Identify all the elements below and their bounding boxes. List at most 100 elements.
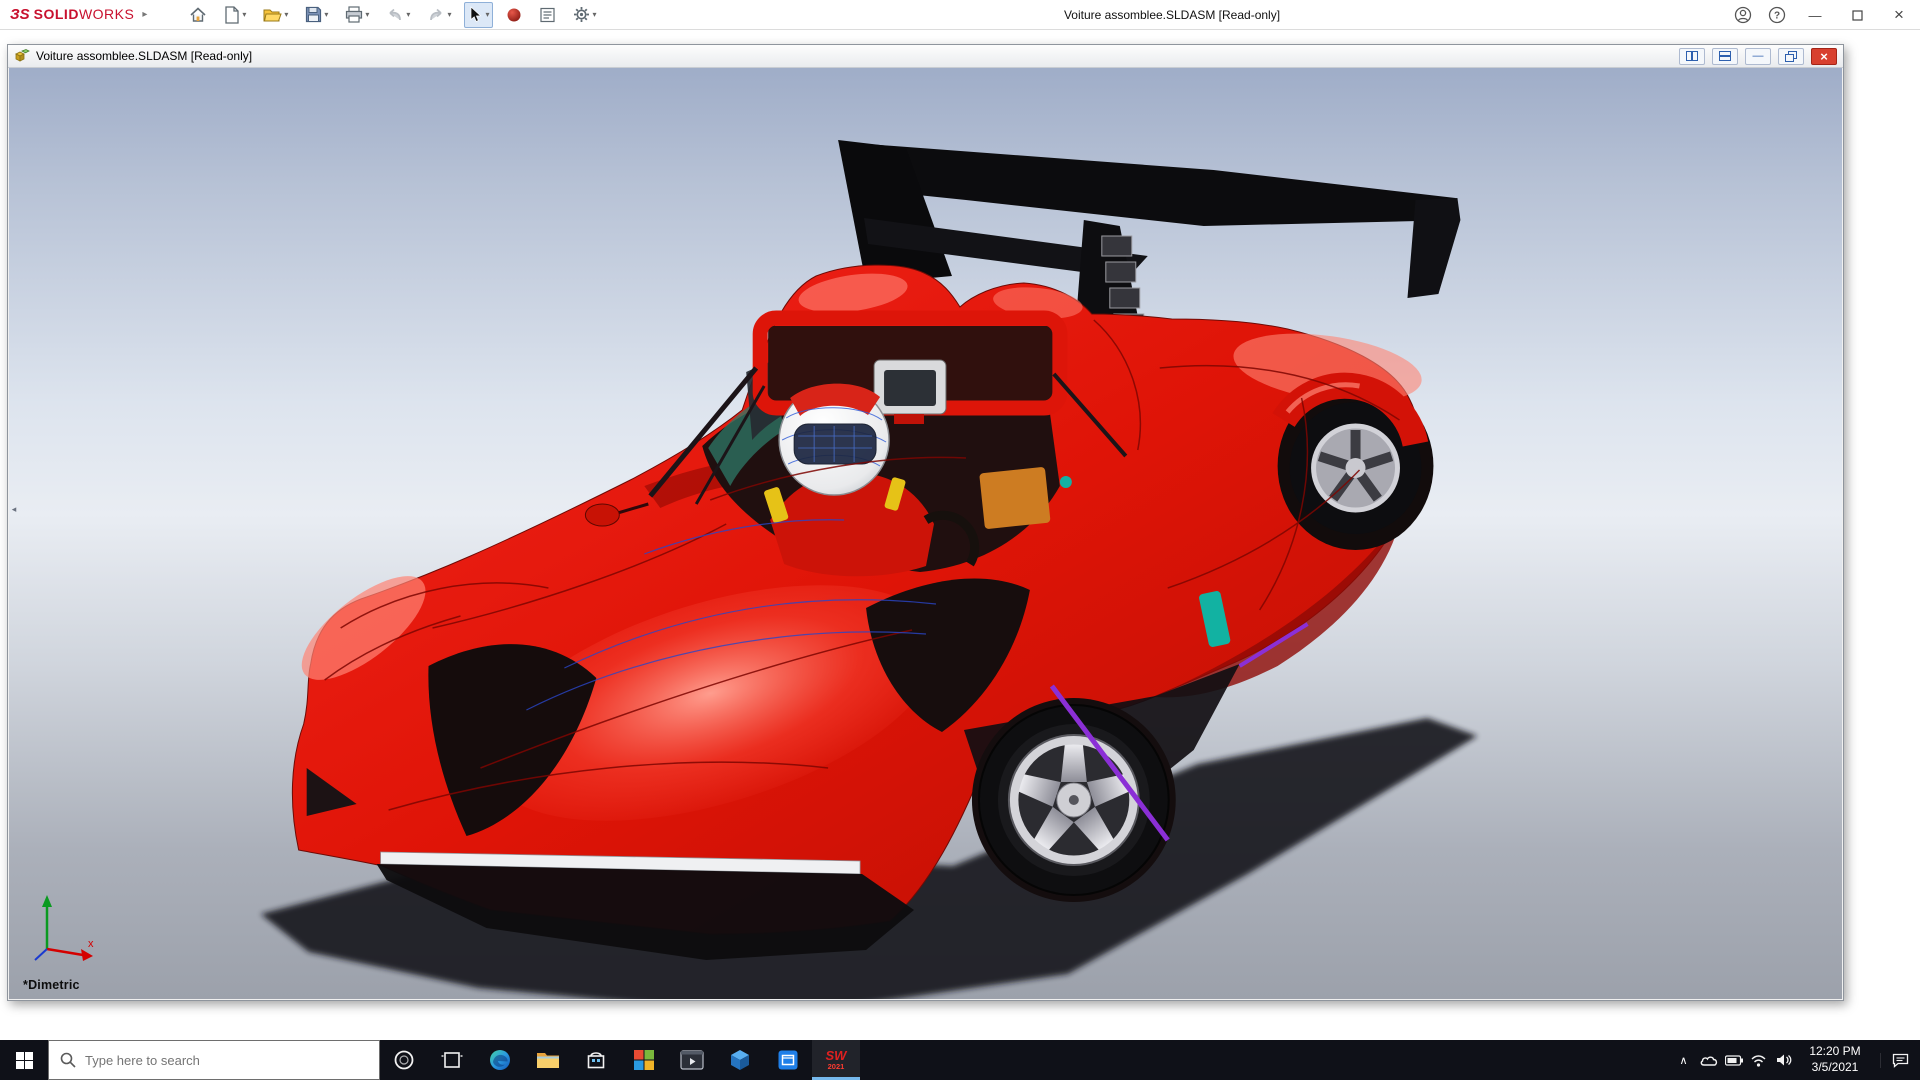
solidworks-taskbar-button[interactable]: SW 2021 <box>812 1040 860 1080</box>
start-button[interactable] <box>0 1040 48 1080</box>
volume-tray-button[interactable] <box>1771 1040 1796 1080</box>
system-tray: ∧ 1 <box>1671 1040 1920 1080</box>
photos-icon <box>633 1049 655 1071</box>
menu-flyout-icon[interactable]: ▸ <box>140 9 157 20</box>
onedrive-cloud-icon <box>1700 1054 1718 1066</box>
solidworks-logo[interactable]: ЗS SOLID WORKS <box>0 6 140 23</box>
taskbar: SW 2021 ∧ <box>0 1040 1920 1080</box>
edge-icon <box>488 1048 512 1072</box>
doc-close-button[interactable]: × <box>1811 48 1837 65</box>
open-folder-icon <box>263 7 282 23</box>
undo-button[interactable]: ▾ <box>382 2 414 28</box>
select-tool-button[interactable]: ▾ <box>464 2 493 28</box>
window-controls: ? — × <box>1726 0 1920 30</box>
doc-restore-button[interactable] <box>1778 48 1804 65</box>
clock-time: 12:20 PM <box>1796 1044 1874 1060</box>
3dexperience-button[interactable] <box>502 2 526 28</box>
open-button[interactable]: ▾ <box>259 2 292 28</box>
redo-button[interactable]: ▾ <box>423 2 455 28</box>
new-document-icon <box>224 6 240 24</box>
user-account-icon <box>1734 6 1752 24</box>
select-cursor-icon <box>468 6 483 23</box>
wifi-icon <box>1750 1054 1767 1067</box>
graphics-viewport[interactable]: ◂ x *Dimetric <box>9 68 1842 999</box>
photos-button[interactable] <box>620 1040 668 1080</box>
race-car-model <box>9 68 1842 999</box>
media-player-button[interactable] <box>668 1040 716 1080</box>
battery-tray-button[interactable] <box>1721 1040 1746 1080</box>
taskbar-search[interactable] <box>48 1040 380 1080</box>
task-view-button[interactable] <box>428 1040 476 1080</box>
battery-icon <box>1725 1055 1743 1066</box>
volume-icon <box>1776 1053 1792 1067</box>
home-icon <box>189 6 207 24</box>
gear-icon <box>573 6 590 23</box>
feature-panel-collapse-arrow[interactable]: ◂ <box>9 496 19 522</box>
document-title-bar[interactable]: Voiture assomblee.SLDASM [Read-only] — <box>8 45 1843 68</box>
ds-logo-mark: ЗS <box>10 6 30 23</box>
document-window-controls: — × <box>1679 48 1837 65</box>
windows-logo-icon <box>16 1052 33 1069</box>
tile-vertical-button[interactable] <box>1679 48 1705 65</box>
movies-app-button[interactable] <box>764 1040 812 1080</box>
save-button[interactable]: ▾ <box>301 2 332 28</box>
solidworks-taskbar-icon: SW 2021 <box>826 1049 847 1071</box>
store-icon <box>585 1049 607 1071</box>
account-button[interactable] <box>1726 0 1760 30</box>
svg-text:?: ? <box>1774 11 1780 22</box>
rear-left-wheel <box>972 698 1176 902</box>
maximize-button[interactable] <box>1836 0 1878 30</box>
file-explorer-button[interactable] <box>524 1040 572 1080</box>
rear-right-wheel <box>1278 382 1434 550</box>
print-icon <box>345 6 363 23</box>
save-icon <box>305 6 322 23</box>
minimize-button[interactable]: — <box>1794 0 1836 30</box>
help-icon: ? <box>1768 6 1786 24</box>
cockpit-orange-panel <box>979 467 1050 530</box>
action-center-button[interactable] <box>1880 1053 1920 1068</box>
view-orientation-label: *Dimetric <box>23 978 80 992</box>
quick-access-toolbar: ▾ ▾ ▾ ▾ <box>185 2 600 28</box>
undo-icon <box>386 7 404 23</box>
movies-app-icon <box>777 1049 799 1071</box>
search-icon <box>60 1052 76 1068</box>
app-window-title: Voiture assomblee.SLDASM [Read-only] <box>1064 0 1280 30</box>
options-button[interactable]: ▾ <box>569 2 600 28</box>
home-button[interactable] <box>185 2 211 28</box>
clock-date: 3/5/2021 <box>1796 1060 1874 1076</box>
triad-x-label: x <box>88 938 94 950</box>
restore-icon <box>1785 51 1797 62</box>
orientation-triad: x <box>31 893 103 967</box>
tile-horizontal-button[interactable] <box>1712 48 1738 65</box>
doc-minimize-button[interactable]: — <box>1745 48 1771 65</box>
tile-horizontal-icon <box>1719 51 1731 61</box>
document-properties-button[interactable] <box>535 2 560 28</box>
search-input[interactable] <box>85 1053 368 1068</box>
onedrive-tray-button[interactable] <box>1696 1040 1721 1080</box>
file-explorer-icon <box>536 1050 560 1070</box>
redo-icon <box>427 7 445 23</box>
tray-expand-button[interactable]: ∧ <box>1671 1040 1696 1080</box>
print-button[interactable]: ▾ <box>341 2 373 28</box>
assembly-icon <box>14 48 30 64</box>
notifications-icon <box>1892 1053 1909 1068</box>
media-player-icon <box>680 1050 704 1070</box>
3d-viewer-icon <box>729 1049 751 1071</box>
document-window: Voiture assomblee.SLDASM [Read-only] — <box>7 44 1844 1001</box>
help-button[interactable]: ? <box>1760 0 1794 30</box>
document-title: Voiture assomblee.SLDASM [Read-only] <box>36 49 252 63</box>
tile-vertical-icon <box>1686 51 1698 61</box>
3d-viewer-button[interactable] <box>716 1040 764 1080</box>
properties-list-icon <box>539 7 556 23</box>
cortana-icon <box>393 1049 415 1071</box>
network-tray-button[interactable] <box>1746 1040 1771 1080</box>
taskbar-clock[interactable]: 12:20 PM 3/5/2021 <box>1796 1044 1874 1075</box>
3dexperience-sphere-icon <box>506 7 522 23</box>
task-view-icon <box>441 1050 463 1070</box>
edge-button[interactable] <box>476 1040 524 1080</box>
store-button[interactable] <box>572 1040 620 1080</box>
maximize-icon <box>1852 10 1863 21</box>
cortana-button[interactable] <box>380 1040 428 1080</box>
close-button[interactable]: × <box>1878 0 1920 30</box>
new-document-button[interactable]: ▾ <box>220 2 250 28</box>
